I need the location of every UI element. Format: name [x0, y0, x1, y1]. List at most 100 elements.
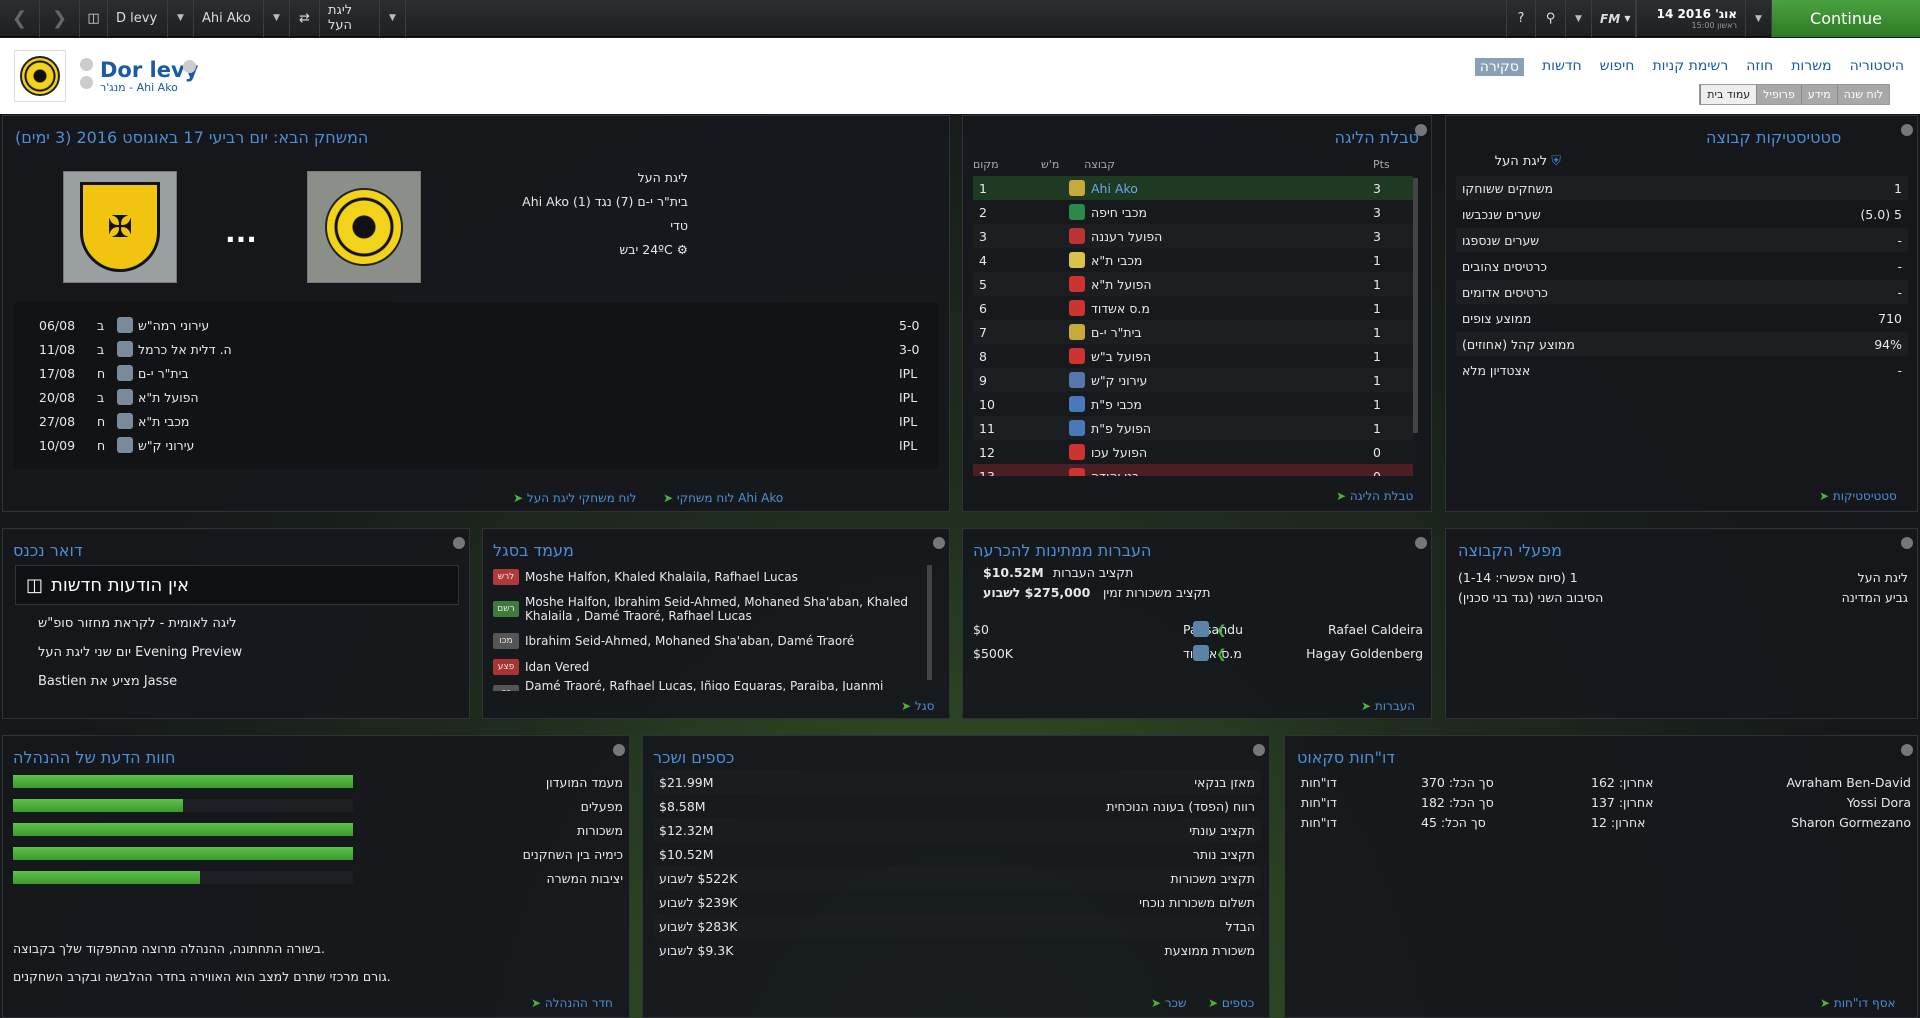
transfer-player[interactable]: Hagay Goldenberg [1306, 646, 1423, 661]
table-team[interactable]: מכבי ת"א [1091, 253, 1142, 268]
table-row[interactable]: 1 Ahi Ako 3 [973, 176, 1413, 200]
manager-menu[interactable]: D levy [108, 0, 168, 37]
nav-contract[interactable]: חוזה [1746, 58, 1773, 76]
table-team[interactable]: מ.ס אשדוד [1091, 301, 1150, 316]
transfer-club[interactable]: Paysandu [1183, 622, 1243, 637]
squad-status-row[interactable]: לרש Moshe Halfon, Khaled Khalaila, Rafhae… [493, 565, 921, 589]
table-team[interactable]: הפועל פ"ת [1091, 421, 1151, 436]
fixture-row[interactable]: 11/08 ב ה. דלית אל כרמל 3-0 [33, 337, 923, 361]
fixture-team[interactable]: מכבי ת"א [138, 414, 189, 429]
scrollbar[interactable] [1413, 178, 1418, 433]
transfer-club[interactable]: מ.ס אשדוד [1183, 646, 1242, 661]
help-icon[interactable]: ? [1506, 0, 1536, 37]
transfer-row[interactable]: $500K מ.ס אשדוד ❮ Hagay Goldenberg [973, 641, 1423, 665]
table-row[interactable]: 4 מכבי ת"א 1 [973, 248, 1413, 272]
nav-search[interactable]: חיפוש [1600, 58, 1635, 76]
fixture-row[interactable]: 27/08 ח מכבי ת"א IPL [33, 409, 923, 433]
table-row[interactable]: 2 מכבי חיפה 3 [973, 200, 1413, 224]
chevron-down-icon[interactable]: ▼ [264, 0, 290, 37]
scout-name[interactable]: Sharon Gormezano [1791, 815, 1911, 830]
table-team[interactable]: Ahi Ako [1091, 181, 1138, 196]
nav-history[interactable]: היסטוריה [1850, 58, 1904, 76]
table-row[interactable]: 10 מכבי פ"ת 1 [973, 392, 1413, 416]
gear-icon[interactable] [1253, 744, 1265, 756]
table-row[interactable]: 11 הפועל פ"ת 1 [973, 416, 1413, 440]
table-row[interactable]: 12 הפועל עכו 0 [973, 440, 1413, 464]
gear-icon[interactable] [1901, 744, 1913, 756]
fixture-team[interactable]: ה. דלית אל כרמל [138, 342, 232, 357]
tab-info[interactable]: מידע [1800, 85, 1837, 104]
table-row[interactable]: 7 בית"ר י-ם 1 [973, 320, 1413, 344]
table-team[interactable]: בני יהודה [1091, 469, 1139, 477]
search-icon[interactable]: ⚲ [1536, 0, 1566, 37]
league-menu[interactable]: ליגת העל [320, 0, 380, 37]
stats-link[interactable]: ➤ סטטיסטיקות [1819, 489, 1897, 503]
table-team[interactable]: הפועל רעננה [1091, 229, 1162, 244]
table-team[interactable]: הפועל עכו [1091, 445, 1147, 460]
table-team[interactable]: בית"ר י-ם [1091, 325, 1142, 340]
continue-button[interactable]: Continue [1772, 0, 1920, 37]
inbox-item[interactable]: Jasse מציע את Bastien [38, 669, 458, 693]
back-arrow-icon[interactable]: ❮ [0, 0, 40, 37]
transfer-row[interactable]: $0 Paysandu ❮ Rafael Caldeira [973, 617, 1423, 641]
transfer-player[interactable]: Rafael Caldeira [1328, 622, 1423, 637]
squad-status-row[interactable]: זר Damé Traoré, Rafhael Lucas, Iñigo Equa… [493, 679, 921, 691]
scout-name[interactable]: Yossi Dora [1847, 795, 1911, 810]
squad-status-row[interactable]: פצע Idan Vered [493, 655, 921, 679]
nav-shortlist[interactable]: רשימת קניות [1652, 58, 1728, 76]
table-row[interactable]: 5 הפועל ת"א 1 [973, 272, 1413, 296]
boardroom-link[interactable]: ➤ חדר ההנהלה [531, 996, 613, 1010]
chevron-down-icon[interactable]: ▼ [168, 0, 194, 37]
wages-link[interactable]: ➤ שכר [1151, 996, 1187, 1010]
squad-link[interactable]: ➤ סגל [901, 699, 934, 713]
competition-row[interactable]: הסיבוב השני (נגד בני סכנין) גביע המדינה [1458, 585, 1908, 609]
gear-icon[interactable] [1901, 124, 1913, 136]
gear-icon[interactable] [1415, 537, 1427, 549]
scrollbar[interactable] [927, 565, 932, 680]
tab-calendar[interactable]: לוח שנה [1836, 85, 1889, 104]
inbox-item[interactable]: Evening Preview יום שני ליגת העל [38, 640, 458, 664]
club-menu[interactable]: Ahi Ako [194, 0, 264, 37]
gear-icon[interactable] [613, 744, 625, 756]
table-team[interactable]: הפועל ת"א [1091, 277, 1152, 292]
nav-news[interactable]: חדשות [1542, 58, 1582, 76]
fixture-row[interactable]: 06/08 ב עירוני רמה"ש 5-0 [33, 313, 923, 337]
table-team[interactable]: מכבי פ"ת [1091, 397, 1142, 412]
fm-menu[interactable]: FM ▼ [1592, 0, 1636, 37]
tab-home[interactable]: עמוד בית [1700, 85, 1757, 104]
gear-icon[interactable] [453, 537, 465, 549]
finances-link[interactable]: ➤ כספים [1208, 996, 1254, 1010]
table-team[interactable]: עירוני ק"ש [1091, 373, 1147, 388]
club-fixtures-link[interactable]: ➤ לוח משחקי Ahi Ako [663, 491, 783, 505]
scout-reports-label[interactable]: דו"חות [1301, 815, 1337, 830]
tab-profile[interactable]: פרופיל [1756, 85, 1801, 104]
inbox-icon[interactable]: ◫ [80, 0, 108, 37]
league-table-link[interactable]: ➤ טבלת הליגה [1336, 489, 1413, 503]
gear-icon[interactable] [933, 537, 945, 549]
nav-overview[interactable]: סקירה [1474, 58, 1524, 76]
fixture-team[interactable]: עירוני ק"ש [138, 438, 194, 453]
table-row[interactable]: 6 מ.ס אשדוד 1 [973, 296, 1413, 320]
nav-jobs[interactable]: משרות [1791, 58, 1831, 76]
scout-name[interactable]: Avraham Ben-David [1786, 775, 1911, 790]
fixture-team[interactable]: הפועל ת"א [138, 390, 199, 405]
scout-reports-link[interactable]: ➤ אסף דו"חות [1820, 996, 1896, 1010]
fixture-row[interactable]: 10/09 ח עירוני ק"ש IPL [33, 433, 923, 457]
table-row[interactable]: 3 הפועל רעננה 3 [973, 224, 1413, 248]
transfers-link[interactable]: ➤ העברות [1361, 699, 1415, 713]
league-fixtures-link[interactable]: ➤ לוח משחקי ליגת העל [513, 491, 636, 505]
chevron-down-icon[interactable]: ▼ [380, 0, 406, 37]
scout-reports-label[interactable]: דו"חות [1301, 775, 1337, 790]
table-team[interactable]: הפועל ב"ש [1091, 349, 1151, 364]
chevron-down-icon[interactable]: ▼ [1746, 0, 1772, 37]
table-row[interactable]: 9 עירוני ק"ש 1 [973, 368, 1413, 392]
fixture-row[interactable]: 20/08 ב הפועל ת"א IPL [33, 385, 923, 409]
fixture-team[interactable]: בית"ר י-ם [138, 366, 189, 381]
scout-row[interactable]: דו"חות סך הכל: 45 אחרון: 12 Sharon Gormezan… [1301, 810, 1911, 834]
forward-arrow-icon[interactable]: ❯ [40, 0, 80, 37]
fixture-row[interactable]: 17/08 ח בית"ר י-ם IPL [33, 361, 923, 385]
swap-icon[interactable]: ⇄ [290, 0, 320, 37]
inbox-item[interactable]: ליגה לאומית - לקראת מחזור סופ"ש [38, 611, 458, 635]
table-team[interactable]: מכבי חיפה [1091, 205, 1147, 220]
fixture-team[interactable]: עירוני רמה"ש [138, 318, 209, 333]
